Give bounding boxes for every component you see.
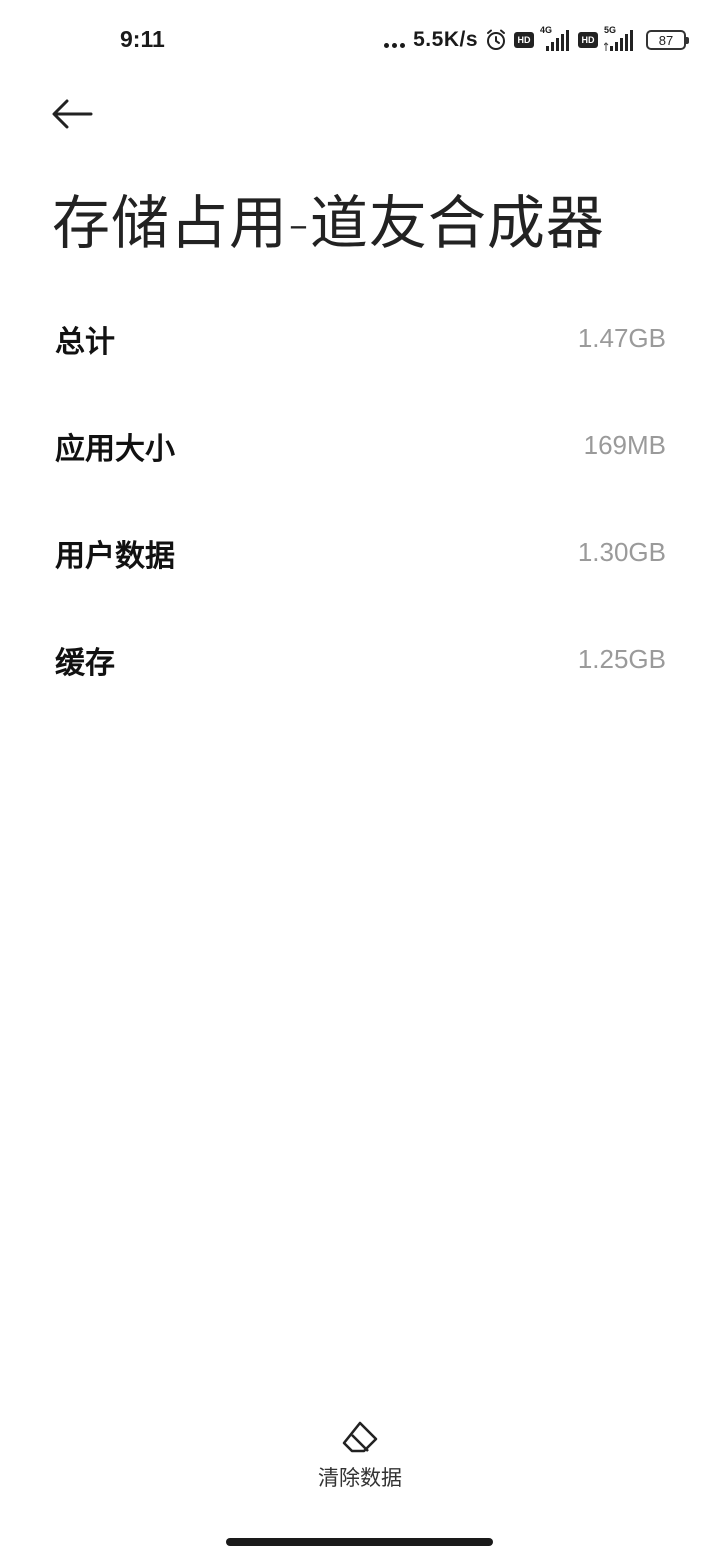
- storage-label: 缓存: [55, 645, 115, 681]
- hd-badge-sim2: HD: [578, 32, 598, 48]
- storage-row-total: 总计 1.47GB: [0, 285, 720, 392]
- screen: 9:11 5.5K/s HD 4G HD 5G 87 存储占用-道友合成器 总计…: [0, 0, 720, 1560]
- more-dots-icon: [384, 29, 406, 51]
- storage-row-user-data: 用户数据 1.30GB: [0, 499, 720, 606]
- home-indicator[interactable]: [226, 1538, 493, 1546]
- storage-value: 1.25GB: [577, 644, 666, 674]
- storage-row-cache: 缓存 1.25GB: [0, 606, 720, 713]
- battery-level: 87: [658, 32, 674, 48]
- storage-row-app-size: 应用大小 169MB: [0, 392, 720, 499]
- status-icons: 5.5K/s HD 4G HD 5G 87: [384, 24, 689, 56]
- storage-label: 用户数据: [55, 538, 175, 574]
- storage-label: 应用大小: [55, 431, 175, 467]
- eraser-icon: [342, 1421, 378, 1453]
- battery-icon: 87: [646, 30, 689, 50]
- storage-label: 总计: [55, 324, 115, 360]
- network-speed: 5.5K/s: [413, 28, 478, 51]
- alarm-icon: [484, 28, 508, 52]
- signal-icon-sim1: 4G: [540, 25, 572, 53]
- hd-badge-sim1: HD: [514, 32, 534, 48]
- clear-data-label: 清除数据: [318, 1466, 402, 1490]
- status-time: 9:11: [120, 26, 165, 52]
- status-bar: 9:11 5.5K/s HD 4G HD 5G 87: [0, 0, 720, 80]
- storage-list: 总计 1.47GB 应用大小 169MB 用户数据 1.30GB 缓存 1.25…: [0, 285, 720, 713]
- storage-value: 1.30GB: [577, 537, 666, 567]
- back-button[interactable]: [48, 92, 96, 136]
- storage-value: 1.47GB: [577, 323, 666, 353]
- clear-data-button[interactable]: 清除数据: [300, 1420, 420, 1500]
- page-title: 存储占用-道友合成器: [52, 189, 605, 257]
- arrow-left-icon: [52, 99, 93, 129]
- signal-icon-sim2: 5G: [604, 25, 636, 53]
- storage-value: 169MB: [583, 430, 666, 460]
